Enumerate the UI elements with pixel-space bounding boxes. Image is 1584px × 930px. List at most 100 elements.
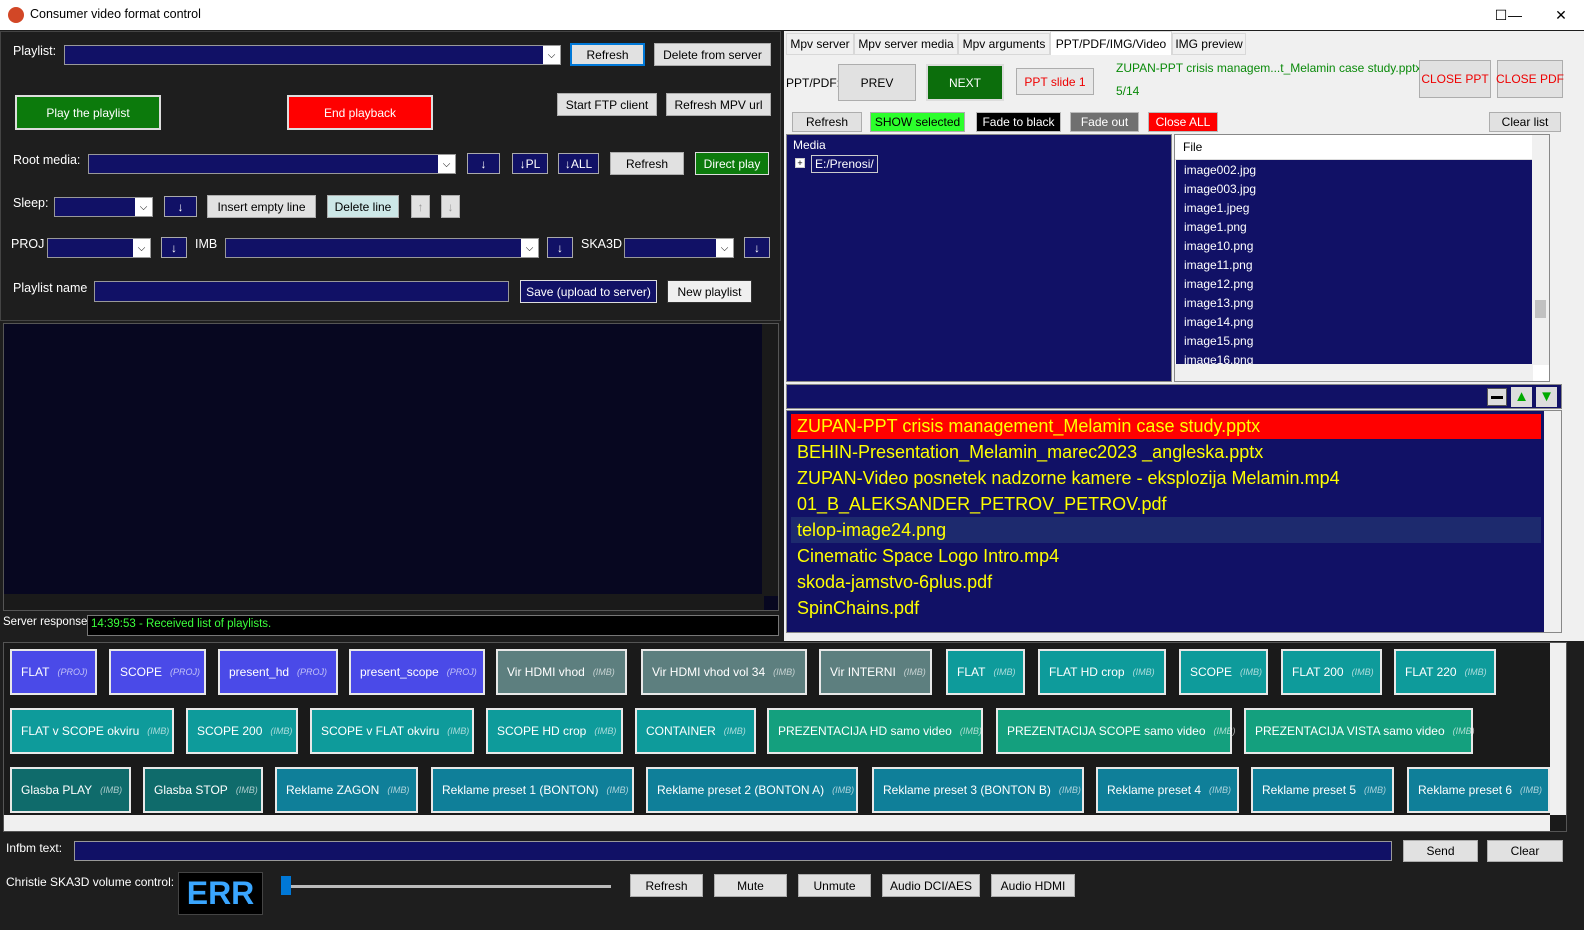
preset-button[interactable]: SCOPE (PROJ) <box>109 649 206 695</box>
media-root-node[interactable]: E:/Prenosi/ <box>811 155 878 173</box>
preset-button[interactable]: FLAT 200 (IMB) <box>1281 649 1382 695</box>
proj-dropdown[interactable]: ⌵ <box>47 238 151 258</box>
file-item[interactable]: image10.png <box>1184 239 1253 253</box>
move-up-arrow-icon[interactable]: ▲ <box>1511 387 1532 407</box>
preset-button[interactable]: Reklame preset 6 (IMB) <box>1407 767 1550 813</box>
minimize-list-icon[interactable] <box>1487 388 1507 406</box>
ska3d-arrow-button[interactable]: ↓ <box>744 237 770 258</box>
file-list[interactable]: File image002.jpg image003.jpg image1.jp… <box>1174 134 1550 382</box>
prev-button[interactable]: PREV <box>838 64 916 101</box>
send-button[interactable]: Send <box>1403 840 1478 862</box>
media-queue-list[interactable]: ZUPAN-PPT crisis management_Melamin case… <box>786 410 1562 633</box>
file-item[interactable]: image13.png <box>1184 296 1253 310</box>
playlist-content-list[interactable] <box>3 323 779 611</box>
file-list-hscrollbar[interactable] <box>1175 364 1533 381</box>
delete-from-server-button[interactable]: Delete from server <box>654 43 771 66</box>
new-playlist-button[interactable]: New playlist <box>667 280 752 303</box>
expand-icon[interactable]: + <box>795 158 805 168</box>
vertical-scrollbar[interactable] <box>762 324 778 596</box>
refresh-mpv-url-button[interactable]: Refresh MPV url <box>666 93 771 116</box>
preset-button[interactable]: FLAT (PROJ) <box>10 649 97 695</box>
direct-play-button[interactable]: Direct play <box>695 152 769 175</box>
file-list-vscrollbar[interactable] <box>1532 135 1549 365</box>
playlist-name-input[interactable] <box>94 281 509 302</box>
preset-button[interactable]: Reklame preset 2 (BONTON A) (IMB) <box>646 767 858 813</box>
proj-arrow-button[interactable]: ↓ <box>161 237 187 258</box>
audio-hdmi-button[interactable]: Audio HDMI <box>991 874 1075 897</box>
preset-button[interactable]: Reklame preset 5 (IMB) <box>1251 767 1394 813</box>
preset-button[interactable]: Reklame preset 3 (BONTON B) (IMB) <box>872 767 1084 813</box>
audio-dci-aes-button[interactable]: Audio DCI/AES <box>882 874 980 897</box>
preset-button[interactable]: Vir INTERNI (IMB) <box>819 649 932 695</box>
preset-button[interactable]: present_hd (PROJ) <box>218 649 338 695</box>
maximize-button[interactable]: ☐ <box>1478 0 1524 30</box>
mute-button[interactable]: Mute <box>714 874 787 897</box>
move-up-button[interactable]: ↑ <box>411 195 430 218</box>
tab-img-preview[interactable]: IMG preview <box>1172 33 1246 55</box>
preset-button[interactable]: Glasba PLAY (IMB) <box>10 767 131 813</box>
file-item[interactable]: image14.png <box>1184 315 1253 329</box>
horizontal-scrollbar[interactable] <box>4 594 764 610</box>
delete-line-button[interactable]: Delete line <box>327 195 399 218</box>
tab-mpv-arguments[interactable]: Mpv arguments <box>958 33 1050 55</box>
play-playlist-button[interactable]: Play the playlist <box>15 95 161 130</box>
ska3d-dropdown[interactable]: ⌵ <box>624 238 734 258</box>
presets-vscrollbar[interactable] <box>1550 643 1566 815</box>
preset-button[interactable]: PREZENTACIJA VISTA samo video (IMB) <box>1244 708 1475 754</box>
preset-button[interactable]: FLAT HD crop (IMB) <box>1038 649 1166 695</box>
close-all-button[interactable]: Close ALL <box>1148 112 1218 132</box>
queue-item[interactable]: SpinChains.pdf <box>797 598 919 619</box>
preset-button[interactable]: SCOPE (IMB) <box>1179 649 1268 695</box>
unmute-button[interactable]: Unmute <box>798 874 871 897</box>
move-down-button[interactable]: ↓ <box>441 195 460 218</box>
ppt-slide-button[interactable]: PPT slide 1 <box>1016 68 1094 95</box>
file-item[interactable]: image1.png <box>1184 220 1247 234</box>
volume-slider-thumb[interactable] <box>281 876 291 895</box>
tab-mpv-server[interactable]: Mpv server <box>786 33 854 55</box>
queue-vscrollbar[interactable] <box>1544 411 1561 632</box>
add-to-playlist-button[interactable]: ↓PL <box>512 153 548 174</box>
queue-item[interactable]: BEHIN-Presentation_Melamin_marec2023 _an… <box>797 442 1263 463</box>
fade-out-button[interactable]: Fade out <box>1070 112 1139 132</box>
preset-button[interactable]: Reklame ZAGON (IMB) <box>275 767 418 813</box>
sleep-arrow-button[interactable]: ↓ <box>164 196 197 217</box>
fade-to-black-button[interactable]: Fade to black <box>976 112 1061 132</box>
sleep-dropdown[interactable]: ⌵ <box>54 197 153 217</box>
preset-button[interactable]: SCOPE v FLAT okviru (IMB) <box>310 708 474 754</box>
queue-item[interactable]: skoda-jamstvo-6plus.pdf <box>797 572 992 593</box>
queue-item[interactable]: Cinematic Space Logo Intro.mp4 <box>797 546 1059 567</box>
file-item[interactable]: image11.png <box>1184 258 1253 272</box>
file-item[interactable]: image15.png <box>1184 334 1253 348</box>
file-item[interactable]: image12.png <box>1184 277 1253 291</box>
close-window-button[interactable]: ✕ <box>1538 0 1584 30</box>
preset-button[interactable]: SCOPE HD crop (IMB) <box>486 708 623 754</box>
tab-ppt-pdf-img-video[interactable]: PPT/PDF/IMG/Video <box>1050 31 1172 55</box>
preset-button[interactable]: Reklame preset 1 (BONTON) (IMB) <box>431 767 634 813</box>
imb-arrow-button[interactable]: ↓ <box>547 237 573 258</box>
add-all-button[interactable]: ↓ALL <box>558 153 599 174</box>
media-tree[interactable]: Media + E:/Prenosi/ <box>786 134 1172 382</box>
presets-hscrollbar[interactable] <box>4 815 1550 831</box>
save-upload-button[interactable]: Save (upload to server) <box>520 280 657 303</box>
preset-button[interactable]: CONTAINER (IMB) <box>635 708 756 754</box>
playlist-refresh-button[interactable]: Refresh <box>570 43 645 66</box>
volume-slider-track[interactable] <box>283 885 611 888</box>
preset-button[interactable]: PREZENTACIJA SCOPE samo video (IMB) <box>996 708 1236 754</box>
preset-button[interactable]: present_scope (PROJ) <box>349 649 485 695</box>
next-button[interactable]: NEXT <box>926 64 1004 101</box>
root-media-dropdown[interactable]: ⌵ <box>88 154 456 174</box>
preset-button[interactable]: FLAT v SCOPE okviru (IMB) <box>10 708 174 754</box>
infbm-text-input[interactable] <box>74 841 1392 861</box>
start-ftp-client-button[interactable]: Start FTP client <box>557 93 657 116</box>
file-item[interactable]: image1.jpeg <box>1184 201 1249 215</box>
file-column-header[interactable]: File <box>1175 135 1533 160</box>
preset-button[interactable]: PREZENTACIJA HD samo video (IMB) <box>767 708 983 754</box>
clear-button[interactable]: Clear <box>1487 840 1563 862</box>
tab-mpv-server-media[interactable]: Mpv server media <box>854 33 958 55</box>
queue-item[interactable]: ZUPAN-Video posnetek nadzorne kamere - e… <box>797 468 1340 489</box>
move-down-arrow-icon[interactable]: ▼ <box>1536 387 1557 407</box>
imb-dropdown[interactable]: ⌵ <box>225 238 539 258</box>
playlist-dropdown[interactable]: ⌵ <box>64 45 561 65</box>
queue-item-active[interactable]: ZUPAN-PPT crisis management_Melamin case… <box>797 416 1260 437</box>
queue-item[interactable]: telop-image24.png <box>797 520 946 541</box>
